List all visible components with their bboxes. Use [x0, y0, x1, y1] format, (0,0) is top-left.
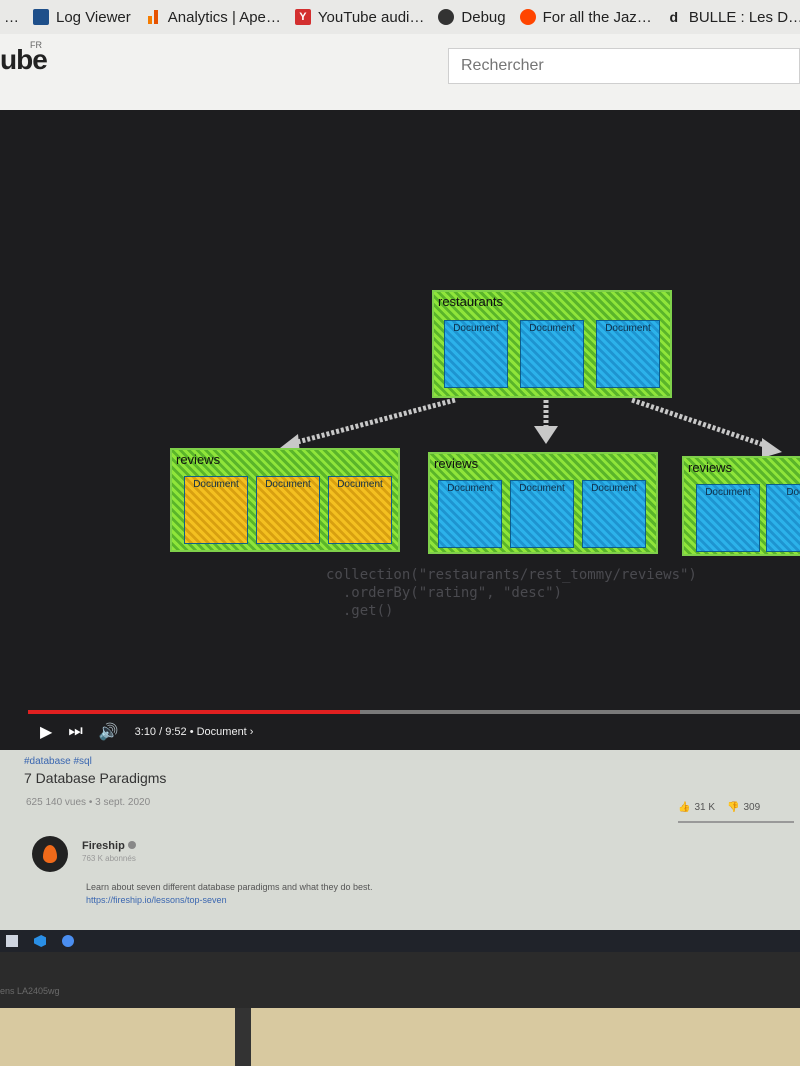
hashtags[interactable]: #database #sql	[24, 756, 92, 767]
desk-surface	[0, 1008, 800, 1066]
video-title: 7 Database Paradigms	[24, 770, 167, 786]
verified-icon	[127, 841, 136, 849]
video-info: #database #sql 7 Database Paradigms 625 …	[0, 750, 800, 930]
description-link[interactable]: https://fireship.io/lessons/top-seven	[86, 895, 227, 905]
collection-label: reviews	[176, 452, 221, 467]
play-icon[interactable]: ▶	[40, 722, 52, 742]
time-readout: 3:10 / 9:52	[134, 726, 187, 738]
database-diagram: restaurants Document Document Document r…	[0, 110, 800, 710]
vscode-icon[interactable]	[34, 935, 46, 947]
d-icon: d	[669, 9, 679, 25]
youtube-audio-icon: Y	[294, 9, 311, 25]
bookmark-jazz[interactable]: For all the Jaz…	[519, 8, 652, 26]
thumbs-up-icon: 👍	[678, 802, 691, 813]
like-button[interactable]: 👍 31 K	[678, 802, 715, 813]
document-box: Document	[444, 320, 508, 388]
code-line: .get()	[326, 603, 394, 619]
chrome-icon[interactable]	[62, 935, 74, 947]
video-description: Learn about seven different database par…	[86, 882, 373, 892]
bookmark-debug[interactable]: Debug	[438, 8, 506, 26]
time-display: 3:10 / 9:52 • Document ›	[134, 726, 254, 738]
bookmark-overflow[interactable]: …	[4, 9, 19, 26]
document-label: Document	[705, 487, 751, 498]
document-label: Document	[453, 323, 499, 334]
youtube-header: ube FR	[0, 34, 800, 110]
document-box: Document	[184, 476, 248, 544]
monitor-stand	[235, 1008, 251, 1066]
subcollection-reviews: reviews Document Docu	[682, 456, 800, 556]
code-snippet: collection("restaurants/rest_tommy/revie…	[326, 566, 697, 620]
bookmark-label: Log Viewer	[56, 8, 131, 26]
document-box: Document	[438, 480, 502, 548]
collection-label: reviews	[434, 456, 479, 471]
diagram-arrows	[280, 397, 782, 458]
document-label: Document	[265, 479, 311, 490]
document-label: Document	[605, 323, 651, 334]
document-label: Document	[337, 479, 383, 490]
bookmark-log-viewer[interactable]: Log Viewer	[33, 9, 131, 26]
document-label: Document	[193, 479, 239, 490]
document-box: Document	[328, 476, 392, 544]
search-input[interactable]	[449, 49, 799, 83]
chapter-title[interactable]: Document	[197, 726, 247, 738]
document-label: Document	[447, 483, 493, 494]
player-controls: ▶ ⏭ 🔊 3:10 / 9:52 • Document ›	[0, 714, 800, 750]
document-box: Document	[696, 484, 760, 552]
document-label: Document	[529, 323, 575, 334]
document-box: Document	[256, 476, 320, 544]
document-label: Docu	[786, 487, 800, 498]
bookmark-label: …	[4, 8, 19, 26]
code-line: collection("restaurants/rest_tommy/revie…	[326, 567, 697, 583]
document-label: Document	[591, 483, 637, 494]
channel-name[interactable]: Fireship	[82, 840, 136, 852]
bookmark-label: For all the Jaz…	[542, 8, 652, 26]
bookmark-analytics[interactable]: Analytics | Ape…	[145, 9, 281, 26]
monitor-bezel: ens LA2405wg	[0, 952, 800, 1008]
collection-label: restaurants	[438, 294, 504, 309]
dislike-button[interactable]: 👎 309	[727, 802, 760, 813]
taskbar	[0, 930, 800, 952]
next-icon[interactable]: ⏭	[68, 723, 82, 741]
channel-avatar[interactable]	[32, 836, 68, 872]
video-player[interactable]: restaurants Document Document Document r…	[0, 110, 800, 750]
document-box: Document	[582, 480, 646, 548]
bookmarks-bar: … Log Viewer Analytics | Ape… Y YouTube a…	[0, 0, 800, 34]
dislike-count: 309	[743, 802, 761, 813]
bookmark-youtube-audio[interactable]: Y YouTube audi…	[294, 8, 425, 26]
document-box: Document	[510, 480, 574, 548]
collection-label: reviews	[688, 460, 733, 475]
bookmark-label: YouTube audi…	[317, 8, 425, 26]
document-box: Document	[596, 320, 660, 388]
subcollection-reviews: reviews Document Document Document	[428, 452, 658, 554]
document-label: Document	[519, 483, 565, 494]
document-box: Document	[520, 320, 584, 388]
like-count: 31 K	[694, 802, 716, 813]
reddit-icon	[519, 9, 536, 25]
bookmark-bulle[interactable]: d BULLE : Les D…	[666, 9, 800, 26]
bookmark-label: Debug	[461, 8, 506, 26]
analytics-icon	[145, 9, 161, 25]
rating-bar: 👍 31 K 👎 309	[678, 802, 794, 823]
view-count: 625 140 vues • 3 sept. 2020	[26, 797, 151, 808]
thumbs-down-icon: 👎	[727, 802, 740, 813]
region-code: FR	[30, 40, 42, 50]
volume-icon[interactable]: 🔊	[99, 722, 119, 742]
bookmark-label: Analytics | Ape…	[167, 8, 281, 26]
subcollection-reviews: reviews Document Document Document	[170, 448, 400, 552]
app-square-icon[interactable]	[6, 935, 18, 947]
code-line: .orderBy("rating", "desc")	[326, 585, 563, 601]
search-box[interactable]	[448, 48, 800, 84]
debug-icon	[438, 9, 455, 25]
monitor-model-label: ens LA2405wg	[0, 986, 60, 996]
subscriber-count: 763 K abonnés	[82, 854, 136, 863]
collection-restaurants: restaurants Document Document Document	[432, 290, 672, 398]
log-viewer-icon	[33, 9, 49, 25]
bookmark-label: BULLE : Les D…	[688, 8, 800, 26]
channel-name-text: Fireship	[82, 840, 125, 852]
flame-icon	[43, 845, 57, 863]
document-box: Docu	[766, 484, 800, 552]
